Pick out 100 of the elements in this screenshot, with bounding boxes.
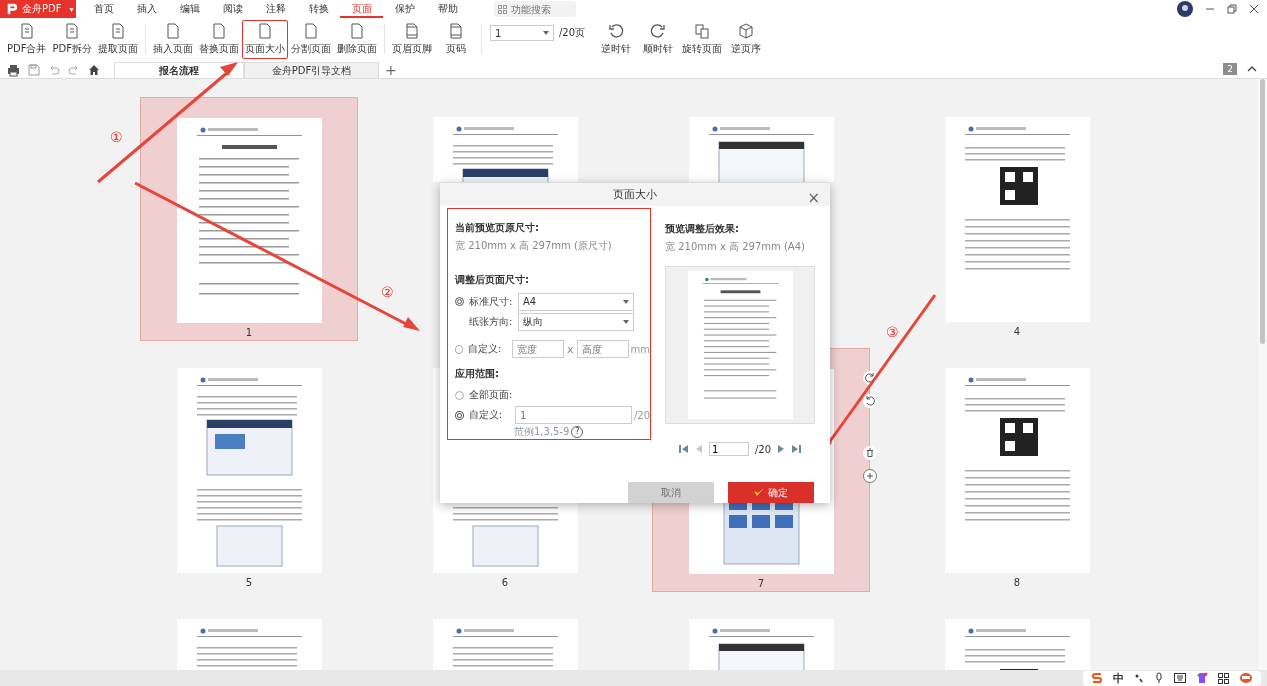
caret-icon — [623, 319, 629, 324]
document-tab[interactable]: 金舟PDF引导文档 — [244, 62, 379, 78]
rotate-left-icon[interactable] — [863, 394, 877, 408]
page-thumbnail[interactable]: 5 — [140, 348, 358, 592]
rotate-right-icon — [650, 22, 667, 39]
toolbar-button[interactable]: 逆页序 — [725, 19, 768, 59]
orientation-select[interactable]: 纵向 — [518, 312, 634, 331]
menu-tab[interactable]: 转换 — [297, 0, 340, 18]
input-language[interactable]: 中 — [1113, 670, 1124, 686]
new-tab-button[interactable]: + — [385, 62, 397, 78]
menu-tab[interactable]: 编辑 — [168, 0, 211, 18]
radio-button[interactable] — [455, 390, 464, 400]
width-field[interactable]: 宽度 — [512, 340, 564, 359]
toolbar-button[interactable]: PDF拆分 — [49, 19, 95, 59]
toolbar-button[interactable]: 逆时针 — [595, 19, 638, 59]
menu-tab[interactable]: 页面 — [340, 0, 383, 18]
page-total: /20 — [633, 409, 650, 421]
confirm-button[interactable]: 确定 — [728, 482, 814, 503]
document-tab[interactable]: 报名流程 — [114, 62, 244, 78]
undo-icon[interactable] — [48, 64, 60, 76]
last-page-icon[interactable] — [791, 444, 802, 454]
rotate-left-icon — [608, 22, 625, 39]
step-number: ② — [381, 284, 394, 300]
redo-icon[interactable] — [68, 64, 80, 76]
logo-icon — [6, 3, 18, 15]
punctuation-icon[interactable] — [1134, 673, 1144, 683]
page-total: /20页 — [558, 26, 586, 40]
scrollbar-thumb[interactable] — [1260, 79, 1265, 344]
section-heading: 当前预览页原尺寸: — [455, 221, 540, 235]
toolbar-button[interactable]: 分割页面 — [287, 19, 334, 59]
cube-icon — [738, 22, 755, 39]
step-number: ③ — [886, 324, 899, 340]
search-icon — [498, 4, 507, 14]
toolbar-button[interactable]: 页面大小 — [241, 19, 288, 59]
grid-icon[interactable] — [1218, 672, 1229, 684]
section-heading: 调整后页面尺寸: — [455, 273, 530, 287]
search-field[interactable]: 功能搜索 — [494, 1, 576, 17]
field-label: 自定义: — [468, 408, 504, 423]
next-page-icon[interactable] — [777, 444, 786, 454]
step-number: ① — [110, 129, 123, 145]
menu-tab[interactable]: 首页 — [82, 0, 125, 18]
size-value: 宽 210mm x 高 297mm (原尺寸) — [455, 239, 613, 253]
times-sign: x — [567, 343, 574, 356]
page-thumbnail[interactable]: 4 — [908, 97, 1126, 341]
page-field[interactable]: 1 — [708, 442, 749, 456]
tab-count: 2 — [1223, 63, 1237, 75]
toolbar-button[interactable]: 顺时针 — [637, 19, 680, 59]
s-logo-icon[interactable] — [1091, 672, 1103, 684]
mascot-icon[interactable] — [1239, 672, 1253, 684]
shirt-icon[interactable] — [1196, 672, 1208, 684]
restore-icon[interactable] — [1227, 4, 1237, 14]
menu-tab[interactable]: 注释 — [254, 0, 297, 18]
page-thumbnail[interactable]: 1 — [140, 97, 358, 341]
avatar-icon[interactable] — [1177, 1, 1193, 17]
height-field[interactable]: 高度 — [576, 340, 629, 359]
home-icon[interactable] — [88, 64, 100, 76]
size-value: 宽 210mm x 高 297mm (A4) — [665, 240, 806, 254]
toolbar-button[interactable]: 插入页面 — [149, 19, 196, 59]
trash-icon[interactable] — [863, 446, 877, 460]
toolbar-button[interactable]: 旋转页面 — [679, 19, 726, 59]
page-number: 7 — [757, 578, 765, 589]
radio-button[interactable] — [455, 297, 464, 307]
app-logo[interactable]: 金舟PDF ▾ — [0, 0, 76, 18]
page-number: 1 — [245, 327, 253, 338]
save-icon[interactable] — [28, 64, 40, 76]
close-icon[interactable] — [1249, 4, 1259, 14]
toolbar-button[interactable]: PDF合并 — [4, 19, 50, 59]
range-hint: 范例1,3,5-9 — [514, 425, 570, 439]
toolbar-button[interactable]: 替换页面 — [195, 19, 242, 59]
rotate-right-icon[interactable] — [863, 371, 877, 385]
chevron-up-icon[interactable] — [1247, 64, 1257, 74]
menu-tab[interactable]: 阅读 — [211, 0, 254, 18]
page-icon — [109, 22, 126, 39]
page-select[interactable]: 1 — [489, 25, 554, 41]
size-select[interactable]: A4 — [518, 292, 634, 311]
caret-icon — [542, 31, 549, 35]
radio-button[interactable] — [455, 410, 464, 420]
toolbar-button[interactable]: 页码 — [434, 19, 477, 59]
page-number: 4 — [1013, 326, 1021, 337]
page-number: 5 — [245, 577, 253, 588]
page-number: 8 — [1013, 577, 1021, 588]
menu-tab[interactable]: 插入 — [125, 0, 168, 18]
menu-tab[interactable]: 帮助 — [426, 0, 469, 18]
radio-button[interactable] — [455, 345, 464, 354]
page-icon — [256, 22, 273, 39]
close-button[interactable]: × — [807, 189, 820, 207]
page-range-field[interactable]: 1 — [514, 406, 632, 425]
page-icon — [348, 22, 365, 39]
print-icon[interactable] — [7, 63, 20, 77]
page-icon — [302, 22, 319, 39]
keyboard-icon[interactable] — [1174, 673, 1186, 683]
field-label: 自定义: — [468, 342, 503, 357]
microphone-icon[interactable] — [1154, 672, 1164, 684]
first-page-icon[interactable] — [678, 444, 689, 454]
page-icon — [18, 22, 35, 39]
menu-tab[interactable]: 保护 — [383, 0, 426, 18]
page-thumbnail[interactable]: 8 — [908, 348, 1126, 592]
toolbar-button[interactable]: 页眉页脚 — [388, 19, 435, 59]
toolbar-button[interactable]: 删除页面 — [333, 19, 380, 59]
toolbar-button[interactable]: 提取页面 — [94, 19, 141, 59]
